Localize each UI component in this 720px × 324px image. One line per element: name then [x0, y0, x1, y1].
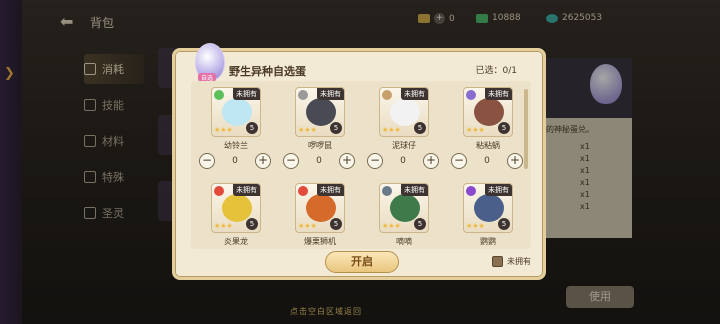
pet-portrait	[390, 194, 420, 222]
quantity-value: 0	[400, 156, 406, 166]
pet-name: 幼铃兰	[224, 141, 248, 150]
pet-cell: 未拥有★★★5嘀嘀−0+	[361, 179, 443, 249]
star-rating: ★★★	[466, 126, 485, 134]
quantity-value: 0	[484, 156, 490, 166]
pet-cell: 未拥有 ★★★ 5 粘粘蜗 − 0 +	[445, 83, 527, 169]
increase-button[interactable]: +	[254, 153, 271, 169]
star-rating: ★★★	[466, 222, 485, 230]
pet-name: 泥球仔	[392, 141, 416, 150]
egg-icon: 自选	[195, 43, 225, 82]
pet-name: 爆栗狮机	[304, 237, 336, 246]
pet-cell: 未拥有 ★★★ 5 泥球仔 − 0 +	[361, 83, 443, 169]
unowned-checkbox[interactable]	[492, 256, 503, 267]
pet-cell: 未拥有★★★5爆栗狮机−0+	[277, 179, 359, 249]
pet-portrait	[222, 194, 252, 222]
quantity-value: 0	[232, 156, 238, 166]
element-icon	[382, 90, 392, 100]
star-rating: ★★★	[214, 222, 233, 230]
element-icon	[466, 90, 476, 100]
pet-card[interactable]: 未拥有 ★★★ 5	[463, 87, 513, 137]
pet-name: 炎果龙	[224, 237, 248, 246]
unowned-badge: 未拥有	[485, 88, 512, 100]
element-icon	[298, 90, 308, 100]
pet-level: 5	[246, 218, 258, 230]
pet-cell: 未拥有★★★5炎果龙−0+	[193, 179, 275, 249]
quantity-stepper: − 0 +	[451, 153, 523, 169]
pet-level: 5	[330, 218, 342, 230]
pet-list: 未拥有 ★★★ 5 幼铃兰 −0 + 未拥有 ★★★ 5 啰啰鼠 −0 + 未拥有 ★★★ 5 泥球仔 −0 + 未…	[191, 81, 531, 249]
pet-level: 5	[414, 122, 426, 134]
pet-name: 粘粘蜗	[476, 141, 500, 150]
pet-portrait	[474, 98, 504, 126]
star-rating: ★★★	[298, 126, 317, 134]
pet-name: 啰啰鼠	[308, 141, 332, 150]
element-icon	[382, 186, 392, 196]
star-rating: ★★★	[382, 126, 401, 134]
pet-card[interactable]: 未拥有 ★★★ 5	[379, 183, 429, 233]
unowned-badge: 未拥有	[485, 184, 512, 196]
pet-portrait	[474, 194, 504, 222]
unowned-badge: 未拥有	[401, 184, 428, 196]
decrease-button[interactable]: −	[199, 153, 215, 169]
pet-level: 5	[330, 122, 342, 134]
unowned-badge: 未拥有	[233, 88, 260, 100]
quantity-stepper: − 0 +	[283, 153, 355, 169]
star-rating: ★★★	[214, 126, 233, 134]
quantity-stepper: − 0 +	[199, 153, 271, 169]
pet-card[interactable]: 未拥有 ★★★ 5	[295, 183, 345, 233]
increase-button[interactable]: +	[422, 153, 439, 169]
decrease-button[interactable]: −	[283, 153, 299, 169]
element-icon	[214, 90, 224, 100]
pet-portrait	[306, 98, 336, 126]
quantity-value: 0	[316, 156, 322, 166]
modal-title: 野生异种自选蛋	[229, 65, 306, 78]
pet-card[interactable]: 未拥有 ★★★ 5	[379, 87, 429, 137]
increase-button[interactable]: +	[506, 153, 523, 169]
pet-name: 嘀嘀	[396, 237, 412, 246]
element-icon	[298, 186, 308, 196]
unowned-badge: 未拥有	[233, 184, 260, 196]
increase-button[interactable]: +	[338, 153, 355, 169]
pet-card[interactable]: 未拥有 ★★★ 5	[463, 183, 513, 233]
pet-cell: 未拥有 ★★★ 5 啰啰鼠 − 0 +	[277, 83, 359, 169]
pet-level: 5	[414, 218, 426, 230]
pet-cell: 未拥有★★★5鹦鹦−0+	[445, 179, 527, 249]
open-button[interactable]: 开启	[325, 251, 399, 273]
pet-name: 鹦鹦	[480, 237, 496, 246]
decrease-button[interactable]: −	[451, 153, 467, 169]
element-icon	[214, 186, 224, 196]
pet-card[interactable]: 未拥有 ★★★ 5	[295, 87, 345, 137]
unowned-filter-label: 未拥有	[507, 257, 531, 266]
pet-card[interactable]: 未拥有 ★★★ 5	[211, 87, 261, 137]
quantity-stepper: − 0 +	[367, 153, 439, 169]
unowned-badge: 未拥有	[317, 88, 344, 100]
unowned-badge: 未拥有	[401, 88, 428, 100]
pet-level: 5	[498, 122, 510, 134]
selected-count: 已选：0/1	[475, 66, 518, 76]
pet-card[interactable]: 未拥有 ★★★ 5	[211, 183, 261, 233]
pet-portrait	[390, 98, 420, 126]
egg-select-modal: 自选 野生异种自选蛋 已选：0/1 未拥有 ★★★ 5 幼铃兰 −0 + 未拥有 ★★★ 5 啰啰…	[172, 43, 546, 280]
pet-level: 5	[246, 122, 258, 134]
decrease-button[interactable]: −	[367, 153, 383, 169]
star-rating: ★★★	[382, 222, 401, 230]
pet-level: 5	[498, 218, 510, 230]
star-rating: ★★★	[298, 222, 317, 230]
unowned-filter[interactable]: 未拥有	[492, 256, 531, 267]
pet-portrait	[306, 194, 336, 222]
unowned-badge: 未拥有	[317, 184, 344, 196]
pet-cell: 未拥有 ★★★ 5 幼铃兰 − 0 +	[193, 83, 275, 169]
pet-portrait	[222, 98, 252, 126]
element-icon	[466, 186, 476, 196]
